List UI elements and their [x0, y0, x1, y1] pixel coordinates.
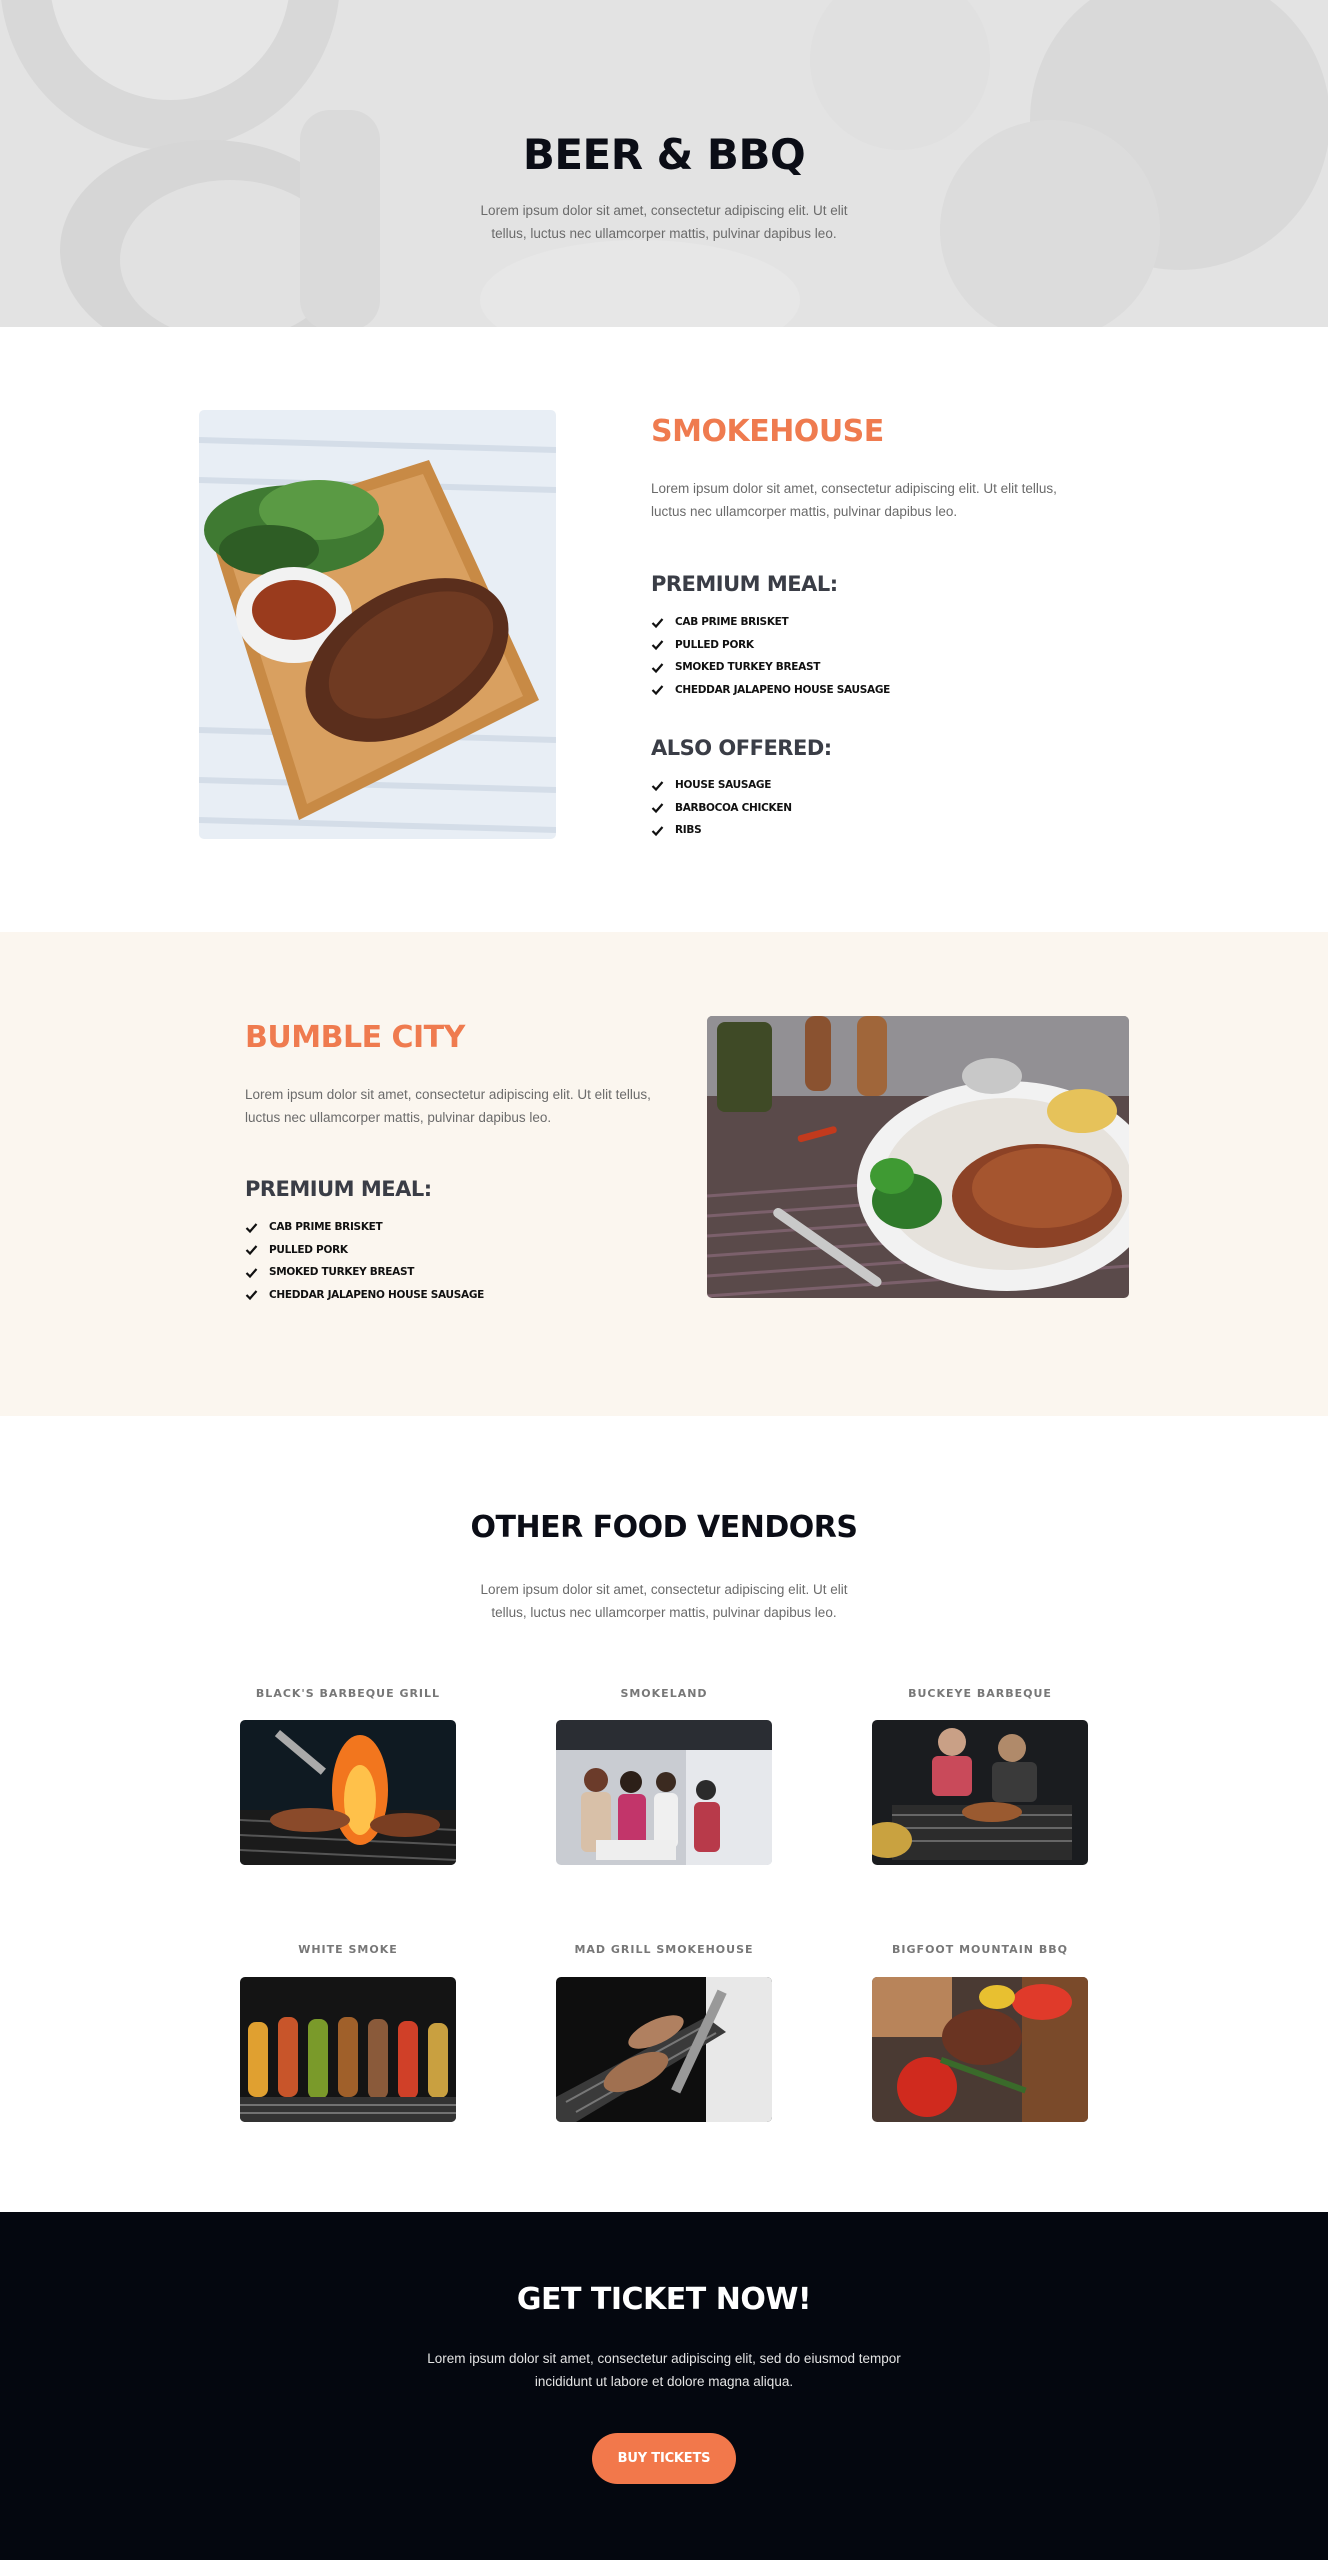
hero-title: BEER & BBQ [522, 130, 806, 179]
smokehouse-premium-list: CAB PRIME BRISKET PULLED PORK SMOKED TUR… [651, 611, 890, 701]
vendor-name: WHITE SMOKE [298, 1943, 398, 1956]
vendor-image-grill-cooks[interactable] [872, 1720, 1088, 1865]
check-icon [651, 618, 664, 628]
buy-tickets-button[interactable]: BUY TICKETS [592, 2433, 736, 2484]
smokehouse-image [199, 410, 556, 839]
check-icon [651, 826, 664, 836]
list-item: CHEDDAR JALAPENO HOUSE SAUSAGE [245, 1284, 484, 1307]
list-item: HOUSE SAUSAGE [651, 774, 792, 797]
vendor-image-skewers[interactable] [240, 1977, 456, 2122]
smokehouse-title: SMOKEHOUSE [651, 414, 884, 449]
cta-description: Lorem ipsum dolor sit amet, consectetur … [427, 2351, 901, 2389]
list-item: SMOKED TURKEY BREAST [245, 1261, 484, 1284]
vendor-name: MAD GRILL SMOKEHOUSE [574, 1943, 754, 1956]
smokehouse-also-list: HOUSE SAUSAGE BARBOCOA CHICKEN RIBS [651, 774, 792, 842]
list-item: CHEDDAR JALAPENO HOUSE SAUSAGE [651, 679, 890, 702]
check-icon [245, 1223, 258, 1233]
hero-section: BEER & BBQ Lorem ipsum dolor sit amet, c… [0, 0, 1328, 327]
check-icon [245, 1290, 258, 1301]
vendor-image-grill-tongs[interactable] [556, 1977, 772, 2122]
check-icon [245, 1268, 258, 1278]
bumble-premium-list: CAB PRIME BRISKET PULLED PORK SMOKED TUR… [245, 1216, 484, 1306]
vendors-description: Lorem ipsum dolor sit amet, consectetur … [480, 1582, 848, 1620]
vendor-name: SMOKELAND [620, 1687, 708, 1700]
vendor-image-food-truck[interactable] [556, 1720, 772, 1865]
list-item: CAB PRIME BRISKET [651, 611, 890, 634]
check-icon [651, 640, 664, 651]
bumble-title: BUMBLE CITY [245, 1020, 465, 1055]
vendor-name: BLACK'S BARBEQUE GRILL [255, 1687, 441, 1700]
check-icon [651, 685, 664, 696]
bumble-description: Lorem ipsum dolor sit amet, consectetur … [245, 1087, 651, 1125]
list-item: PULLED PORK [245, 1239, 484, 1262]
smokehouse-premium-heading: PREMIUM MEAL: [651, 572, 838, 596]
check-icon [651, 803, 664, 814]
check-icon [651, 781, 664, 791]
vendor-image-flaming-grill[interactable] [240, 1720, 456, 1865]
list-item: CAB PRIME BRISKET [245, 1216, 484, 1239]
vendor-name: BUCKEYE BARBEQUE [908, 1687, 1052, 1700]
list-item: BARBOCOA CHICKEN [651, 797, 792, 820]
vendors-title: OTHER FOOD VENDORS [470, 1510, 858, 1545]
smokehouse-description: Lorem ipsum dolor sit amet, consectetur … [651, 481, 1057, 519]
check-icon [245, 1245, 258, 1256]
check-icon [651, 663, 664, 673]
bumble-image [707, 1016, 1129, 1298]
list-item: RIBS [651, 819, 792, 842]
vendor-name: BIGFOOT MOUNTAIN BBQ [892, 1943, 1068, 1956]
smokehouse-also-heading: ALSO OFFERED: [651, 736, 832, 760]
list-item: PULLED PORK [651, 634, 890, 657]
bumble-premium-heading: PREMIUM MEAL: [245, 1177, 432, 1201]
vendor-image-steak-peppers[interactable] [872, 1977, 1088, 2122]
hero-description: Lorem ipsum dolor sit amet, consectetur … [480, 203, 848, 241]
cta-title: GET TICKET NOW! [516, 2282, 812, 2317]
list-item: SMOKED TURKEY BREAST [651, 656, 890, 679]
